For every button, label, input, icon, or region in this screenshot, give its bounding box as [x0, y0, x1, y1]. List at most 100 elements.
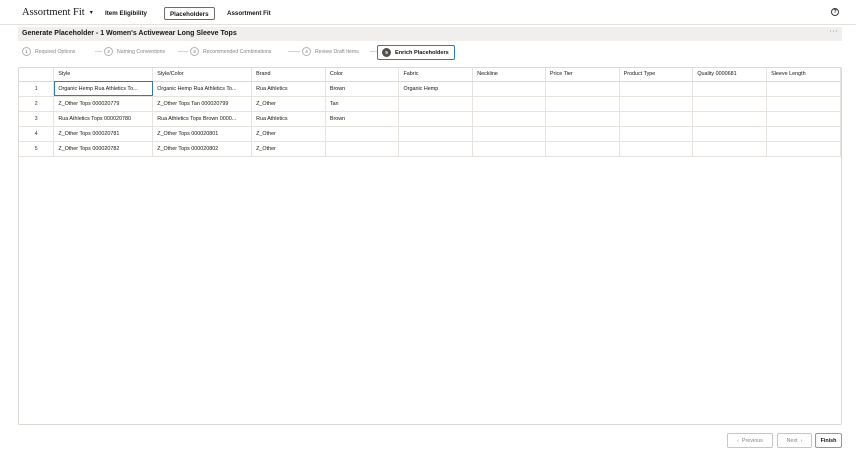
table-row[interactable]: 2 Z_Other Tops 000020779 Z_Other Tops Tan … [19, 96, 841, 112]
row-number: 1 [19, 81, 55, 97]
step-label: Naming Conventions [117, 48, 166, 55]
step-label: Required Options [35, 48, 76, 55]
cell-style[interactable]: Z_Other Tops 000020781 [53, 126, 154, 142]
cell-neckline[interactable] [472, 81, 546, 97]
step-number: 1 [22, 47, 31, 56]
cell-quality[interactable] [692, 81, 768, 97]
cell-sleeve-length[interactable] [766, 81, 841, 97]
finish-button[interactable]: Finish [815, 433, 842, 448]
previous-button[interactable]: ‹ Previous [727, 433, 773, 448]
cell-price-tier[interactable] [545, 96, 620, 112]
column-header-sleeve-length[interactable]: Sleeve Length [766, 68, 841, 82]
cell-quality[interactable] [692, 111, 768, 127]
cell-neckline[interactable] [472, 126, 546, 142]
cell-style-color[interactable]: Organic Hemp Rua Athletics To... [152, 81, 253, 97]
step-enrich-placeholders[interactable]: 5 Enrich Placeholders [377, 45, 455, 60]
previous-button-label: Previous [741, 437, 763, 444]
cell-quality[interactable] [692, 141, 768, 157]
help-icon[interactable]: ? [831, 8, 839, 16]
row-number: 2 [19, 96, 55, 112]
chevron-down-icon: ▾ [89, 9, 93, 16]
column-header-quality[interactable]: Quality 0000681 [692, 68, 768, 82]
column-header-color[interactable]: Color [325, 68, 400, 82]
column-header-price-tier[interactable]: Price Tier [545, 68, 620, 82]
cell-fabric[interactable] [398, 126, 474, 142]
cell-style-color[interactable]: Z_Other Tops Tan 000020799 [152, 96, 253, 112]
cell-style-color[interactable]: Rua Athletics Tops Brown 0000... [152, 111, 253, 127]
cell-neckline[interactable] [472, 96, 546, 112]
cell-neckline[interactable] [472, 141, 546, 157]
table-row[interactable]: 4 Z_Other Tops 000020781 Z_Other Tops 0000… [19, 126, 841, 142]
row-number: 3 [19, 111, 55, 127]
column-header-neckline[interactable]: Neckline [472, 68, 546, 82]
step-label: Enrich Placeholders [395, 49, 449, 56]
cell-fabric[interactable]: Organic Hemp [398, 81, 474, 97]
cell-product-type[interactable] [619, 81, 694, 97]
app-title: Assortment Fit [22, 7, 85, 18]
cell-price-tier[interactable] [545, 111, 620, 127]
cell-sleeve-length[interactable] [766, 126, 841, 142]
next-button[interactable]: Next › [777, 433, 812, 448]
cell-brand[interactable]: Z_Other [251, 96, 326, 112]
cell-sleeve-length[interactable] [766, 111, 841, 127]
cell-sleeve-length[interactable] [766, 96, 841, 112]
step-review-draft-items[interactable]: 4 Review Draft Items [302, 47, 359, 56]
cell-product-type[interactable] [619, 111, 694, 127]
step-label: Recommended Combinations [203, 48, 272, 55]
more-actions-icon[interactable]: ··· [830, 28, 839, 35]
cell-fabric[interactable] [398, 141, 474, 157]
cell-brand[interactable]: Z_Other [251, 141, 326, 157]
cell-style[interactable]: Z_Other Tops 000020779 [53, 96, 154, 112]
cell-color[interactable]: Brown [325, 111, 400, 127]
column-header-brand[interactable]: Brand [251, 68, 326, 82]
cell-color[interactable]: Brown [325, 81, 400, 97]
cell-price-tier[interactable] [545, 141, 620, 157]
cell-price-tier[interactable] [545, 126, 620, 142]
cell-fabric[interactable] [398, 111, 474, 127]
placeholder-grid: Style Style/Color Brand Color Fabric Nec… [18, 67, 842, 425]
cell-product-type[interactable] [619, 96, 694, 112]
table-row[interactable]: 1 Organic Hemp Rua Athletics To... Organic… [19, 81, 841, 97]
placeholder-table: Style Style/Color Brand Color Fabric Nec… [19, 68, 841, 157]
train-connector [95, 51, 102, 52]
column-header-style-color[interactable]: Style/Color [152, 68, 253, 82]
cell-quality[interactable] [692, 126, 768, 142]
cell-color[interactable] [325, 126, 400, 142]
column-header-product-type[interactable]: Product Type [619, 68, 694, 82]
cell-brand[interactable]: Rua Athletics [251, 111, 326, 127]
cell-quality[interactable] [692, 96, 768, 112]
cell-product-type[interactable] [619, 141, 694, 157]
cell-sleeve-length[interactable] [766, 141, 841, 157]
cell-color[interactable]: Tan [325, 96, 400, 112]
table-row[interactable]: 5 Z_Other Tops 000020782 Z_Other Tops 0000… [19, 141, 841, 157]
next-button-label: Next [786, 437, 798, 444]
cell-style[interactable]: Organic Hemp Rua Athletics To... [53, 81, 154, 97]
step-required-options[interactable]: 1 Required Options [22, 47, 75, 56]
step-naming-conventions[interactable]: 2 Naming Conventions [104, 47, 165, 56]
top-nav: Assortment Fit ▾ Item Eligibility Placeh… [0, 0, 856, 25]
cell-style-color[interactable]: Z_Other Tops 000020802 [152, 141, 253, 157]
tab-assortment-fit[interactable]: Assortment Fit [222, 7, 276, 20]
tab-placeholders[interactable]: Placeholders [164, 7, 215, 20]
step-number: 4 [302, 47, 311, 56]
step-recommended-combinations[interactable]: 3 Recommended Combinations [190, 47, 271, 56]
cell-color[interactable] [325, 141, 400, 157]
column-header-style[interactable]: Style [53, 68, 154, 82]
cell-product-type[interactable] [619, 126, 694, 142]
tab-item-eligibility[interactable]: Item Eligibility [100, 7, 152, 20]
cell-fabric[interactable] [398, 96, 474, 112]
column-header-fabric[interactable]: Fabric [398, 68, 474, 82]
cell-style[interactable]: Rua Athletics Tops 000020780 [53, 111, 154, 127]
cell-price-tier[interactable] [545, 81, 620, 97]
train-connector [288, 51, 300, 52]
cell-style[interactable]: Z_Other Tops 000020782 [53, 141, 154, 157]
step-number: 2 [104, 47, 113, 56]
cell-neckline[interactable] [472, 111, 546, 127]
app-title-menu[interactable]: Assortment Fit ▾ [22, 7, 93, 18]
table-row[interactable]: 3 Rua Athletics Tops 000020780 Rua Athleti… [19, 111, 841, 127]
header-row: Style Style/Color Brand Color Fabric Nec… [19, 68, 841, 82]
step-train: 1 Required Options 2 Naming Conventions … [18, 45, 842, 61]
cell-style-color[interactable]: Z_Other Tops 000020801 [152, 126, 253, 142]
cell-brand[interactable]: Rua Athletics [251, 81, 326, 97]
cell-brand[interactable]: Z_Other [251, 126, 326, 142]
